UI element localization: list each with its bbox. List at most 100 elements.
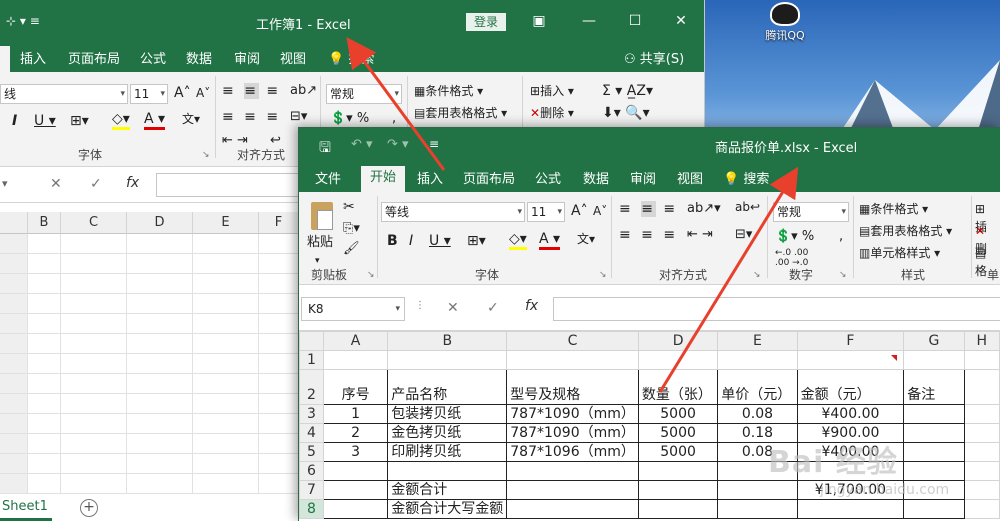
tab-home[interactable]: 开始 — [361, 166, 405, 192]
conditional-format-button[interactable]: ▦条件格式 ▾ — [859, 200, 928, 218]
font-name-select[interactable]: 线 ▾ — [0, 84, 128, 104]
table-cell[interactable] — [387, 461, 508, 481]
table-cell[interactable] — [963, 369, 1000, 405]
comma-icon[interactable]: , — [839, 228, 843, 246]
grid-cell[interactable] — [61, 334, 127, 354]
grid-cell[interactable] — [259, 274, 299, 294]
tab-insert[interactable]: 插入 — [20, 48, 46, 67]
grid-cell[interactable] — [193, 394, 259, 414]
font-size-select[interactable]: 11 ▾ — [527, 202, 565, 222]
tab-formulas[interactable]: 公式 — [535, 168, 561, 187]
grid-cell[interactable] — [28, 334, 61, 354]
grid-cell[interactable] — [259, 294, 299, 314]
table-cell[interactable]: 金色拷贝纸 — [387, 423, 508, 443]
cut-icon[interactable]: ✂ — [343, 198, 355, 216]
table-cell[interactable]: 金额合计 — [387, 480, 508, 500]
row-header[interactable] — [0, 254, 28, 274]
grid-cell[interactable] — [127, 354, 193, 374]
grid-cell[interactable] — [259, 334, 299, 354]
merge-icon[interactable]: ⊟▾ — [735, 226, 752, 244]
comma-icon[interactable]: , — [392, 110, 396, 128]
grid-cell[interactable] — [127, 274, 193, 294]
table-cell[interactable]: 0.08 — [717, 404, 798, 424]
grid-cell[interactable] — [193, 294, 259, 314]
table-cell[interactable]: 产品名称 — [387, 369, 508, 405]
wrap-text-icon[interactable]: ab↩ — [735, 198, 760, 216]
table-cell[interactable] — [717, 499, 798, 519]
table-cell[interactable]: 5000 — [637, 404, 719, 424]
table-cell[interactable]: 2 — [322, 423, 389, 443]
row-header[interactable] — [0, 434, 28, 454]
grid-cell[interactable] — [259, 354, 299, 374]
table-cell[interactable] — [963, 480, 1000, 500]
row-header[interactable]: 8 — [299, 499, 324, 519]
grid-cell[interactable] — [127, 314, 193, 334]
tab-page-layout[interactable]: 页面布局 — [463, 168, 515, 187]
grid-cell[interactable] — [259, 254, 299, 274]
tab-view[interactable]: 视图 — [280, 48, 306, 67]
grid-cell[interactable] — [28, 454, 61, 474]
font-shrink-icon[interactable]: A˅ — [196, 84, 210, 102]
grid-cell[interactable] — [259, 414, 299, 434]
table-cell[interactable] — [506, 350, 639, 370]
column-header[interactable]: B — [28, 212, 61, 234]
comment-indicator[interactable] — [891, 355, 897, 361]
underline-button[interactable]: U ▾ — [429, 232, 451, 250]
border-icon[interactable]: ⊞▾ — [467, 232, 486, 250]
formula-input[interactable] — [553, 297, 1000, 321]
grid-cell[interactable] — [193, 354, 259, 374]
row-header[interactable]: 1 — [299, 350, 324, 370]
table-cell[interactable]: 单价（元） — [717, 369, 798, 405]
grid-cell[interactable] — [28, 354, 61, 374]
cancel-icon[interactable]: ✕ — [50, 176, 62, 192]
fill-color-icon[interactable]: ◇▾ — [112, 112, 130, 130]
namebox-dropdown-icon[interactable]: ▾ — [2, 177, 8, 190]
row-header[interactable] — [0, 474, 28, 494]
grid-cell[interactable] — [193, 234, 259, 254]
table-cell[interactable]: 印刷拷贝纸 — [387, 442, 508, 462]
customize-qat-icon[interactable]: ≡ — [429, 137, 439, 151]
grid-cell[interactable] — [28, 374, 61, 394]
italic-button[interactable]: I — [12, 112, 17, 130]
merge-icon[interactable]: ⊟▾ — [290, 108, 307, 126]
enter-icon[interactable]: ✓ — [90, 176, 102, 192]
grid-cell[interactable] — [28, 274, 61, 294]
copy-icon[interactable]: ⎘▾ — [343, 220, 360, 238]
paste-icon[interactable] — [305, 200, 341, 232]
table-cell[interactable]: 787*1096（mm） — [506, 442, 639, 462]
grid-cell[interactable] — [193, 414, 259, 434]
grid-cell[interactable] — [61, 314, 127, 334]
table-cell[interactable] — [506, 499, 639, 519]
grid-cell[interactable] — [127, 474, 193, 494]
table-cell[interactable]: 5000 — [637, 442, 719, 462]
grid-cell[interactable] — [259, 394, 299, 414]
table-cell[interactable] — [322, 461, 389, 481]
desktop-icon-qq[interactable]: 腾讯QQ — [760, 2, 810, 43]
table-cell[interactable] — [903, 499, 965, 519]
minimize-icon[interactable]: — — [578, 10, 600, 32]
table-cell[interactable] — [717, 480, 798, 500]
font-color-icon[interactable]: A ▾ — [539, 232, 561, 250]
row-header[interactable] — [0, 354, 28, 374]
table-cell[interactable]: ¥400.00 — [796, 404, 905, 424]
column-header[interactable]: B — [387, 331, 508, 351]
table-cell[interactable] — [506, 461, 639, 481]
table-cell[interactable] — [322, 499, 389, 519]
grid-cell[interactable] — [193, 374, 259, 394]
grid-cell[interactable] — [28, 294, 61, 314]
grid-cell[interactable] — [259, 314, 299, 334]
tab-view[interactable]: 视图 — [677, 168, 703, 187]
row-header[interactable] — [0, 234, 28, 254]
grid-cell[interactable] — [127, 334, 193, 354]
dialog-launcher-icon[interactable]: ↘ — [367, 266, 375, 284]
table-cell[interactable] — [796, 350, 905, 370]
row-header[interactable] — [0, 274, 28, 294]
fill-find-icons[interactable]: ⬇▾ 🔍▾ — [602, 104, 650, 122]
grid-cell[interactable] — [61, 294, 127, 314]
row-header[interactable]: 5 — [299, 442, 324, 462]
tab-page-layout[interactable]: 页面布局 — [68, 48, 120, 67]
phonetic-icon[interactable]: 文▾ — [182, 110, 200, 128]
table-cell[interactable]: 787*1090（mm） — [506, 423, 639, 443]
table-cell[interactable] — [963, 423, 1000, 443]
column-header[interactable]: E — [193, 212, 259, 234]
